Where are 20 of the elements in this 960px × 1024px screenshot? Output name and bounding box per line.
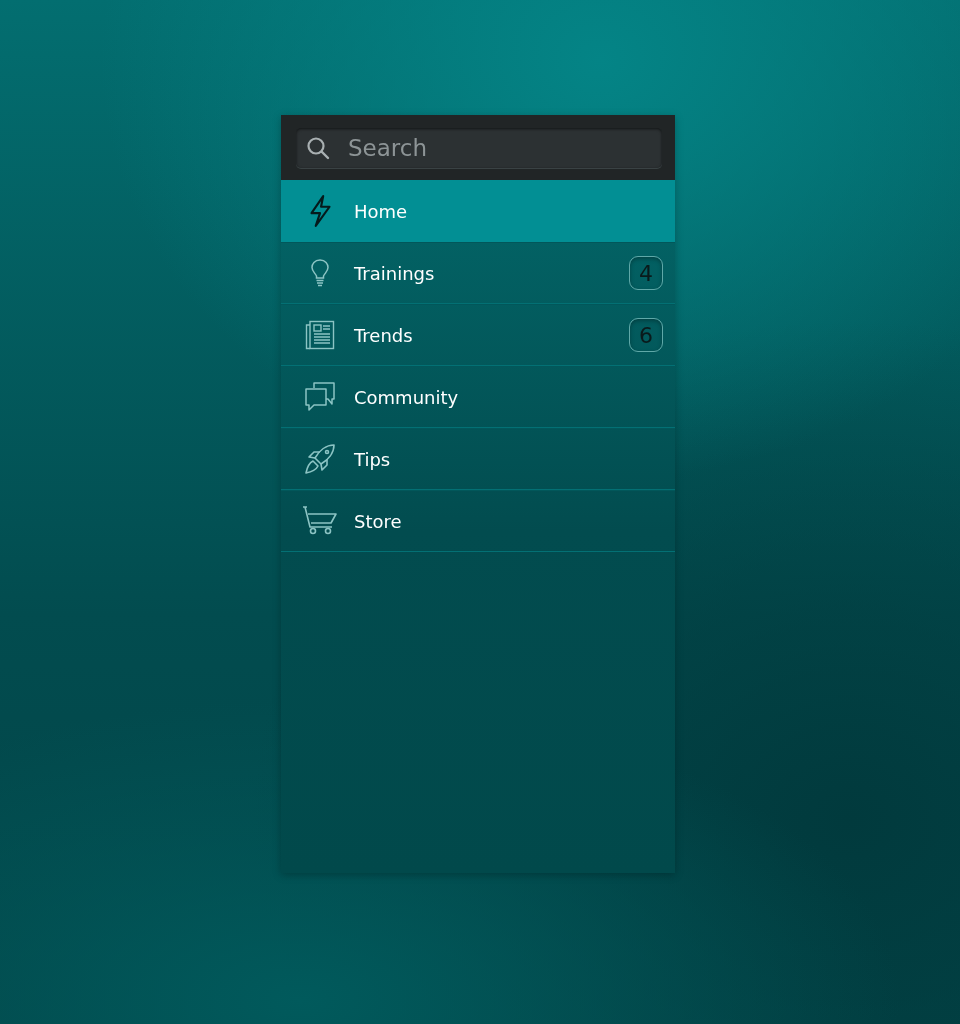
menu-item[interactable]: Tips — [281, 428, 675, 490]
menu-item[interactable]: Store — [281, 490, 675, 552]
chat-bubbles-icon — [304, 381, 336, 413]
menu-label: Store — [354, 510, 403, 532]
search-field[interactable]: Search — [296, 127, 662, 168]
count-badge: 6 — [629, 318, 663, 352]
newspaper-icon — [305, 320, 335, 350]
menu-label: Home — [354, 200, 409, 222]
menu-item[interactable]: Community — [281, 366, 675, 428]
menu-item[interactable]: Trends 6 — [281, 304, 675, 366]
rocket-icon — [304, 443, 336, 475]
menu-label: Trends — [354, 324, 414, 346]
menu-item[interactable]: Trainings 4 — [281, 242, 675, 304]
lightbulb-icon — [310, 258, 330, 288]
menu-item[interactable]: Home — [281, 180, 675, 242]
count-badge: 4 — [629, 256, 663, 290]
cart-icon — [302, 505, 338, 537]
menu-label: Trainings — [354, 262, 436, 284]
menu-label: Tips — [354, 448, 392, 470]
menu-label: Community — [354, 386, 460, 408]
